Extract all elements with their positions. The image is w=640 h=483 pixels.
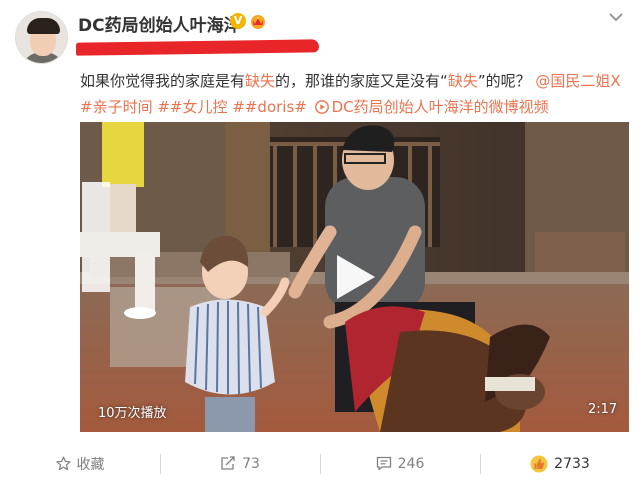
repost-button[interactable]: 73 xyxy=(160,444,320,483)
video-link-icon xyxy=(314,100,329,114)
video-source-link[interactable]: DC药局创始人叶海洋的微博视频 xyxy=(332,98,549,116)
crown-icon xyxy=(251,15,265,29)
hashtag-link[interactable]: #亲子时间 xyxy=(80,98,153,116)
mention-link[interactable]: @国民二姐X xyxy=(535,72,620,90)
comment-icon xyxy=(376,456,391,471)
repost-count: 73 xyxy=(242,455,260,472)
comment-button[interactable]: 246 xyxy=(320,444,480,483)
star-icon xyxy=(55,456,71,471)
play-icon[interactable] xyxy=(333,253,377,301)
text-highlight: 缺失 xyxy=(447,72,478,90)
favorite-label: 收藏 xyxy=(76,456,105,473)
like-icon xyxy=(530,455,548,472)
text-highlight: 缺失 xyxy=(245,72,276,90)
like-count: 2733 xyxy=(554,455,590,472)
avatar[interactable] xyxy=(15,11,68,64)
repost-icon xyxy=(221,456,235,470)
like-button[interactable]: 2733 xyxy=(480,444,640,483)
verified-icon: V xyxy=(230,13,246,29)
text-part: 如果你觉得我的家庭是有 xyxy=(80,72,246,90)
weibo-post-card: DC药局创始人叶海洋 V 如果你觉得我的家庭是有缺失的，那谁的家庭又是没有“缺失… xyxy=(0,0,640,483)
text-part: ”的呢？ xyxy=(477,72,531,90)
hashtag-link[interactable]: ##女儿控 xyxy=(157,98,227,116)
favorite-button[interactable]: 收藏 xyxy=(0,444,160,483)
redaction-mark xyxy=(75,39,320,56)
author-name[interactable]: DC药局创始人叶海洋 xyxy=(78,11,241,36)
avatar-hair xyxy=(27,18,60,34)
hashtag-link[interactable]: ##doris# xyxy=(232,98,307,116)
video-duration: 2:17 xyxy=(588,402,618,417)
video-views: 10万次播放 xyxy=(98,406,167,421)
post-text: 如果你觉得我的家庭是有缺失的，那谁的家庭又是没有“缺失”的呢？ @国民二姐X #… xyxy=(80,68,635,120)
action-bar: 收藏 73 246 2733 xyxy=(0,444,640,483)
more-icon[interactable] xyxy=(608,12,624,22)
comment-count: 246 xyxy=(397,455,425,472)
text-part: 的，那谁的家庭又是没有“ xyxy=(275,72,448,90)
